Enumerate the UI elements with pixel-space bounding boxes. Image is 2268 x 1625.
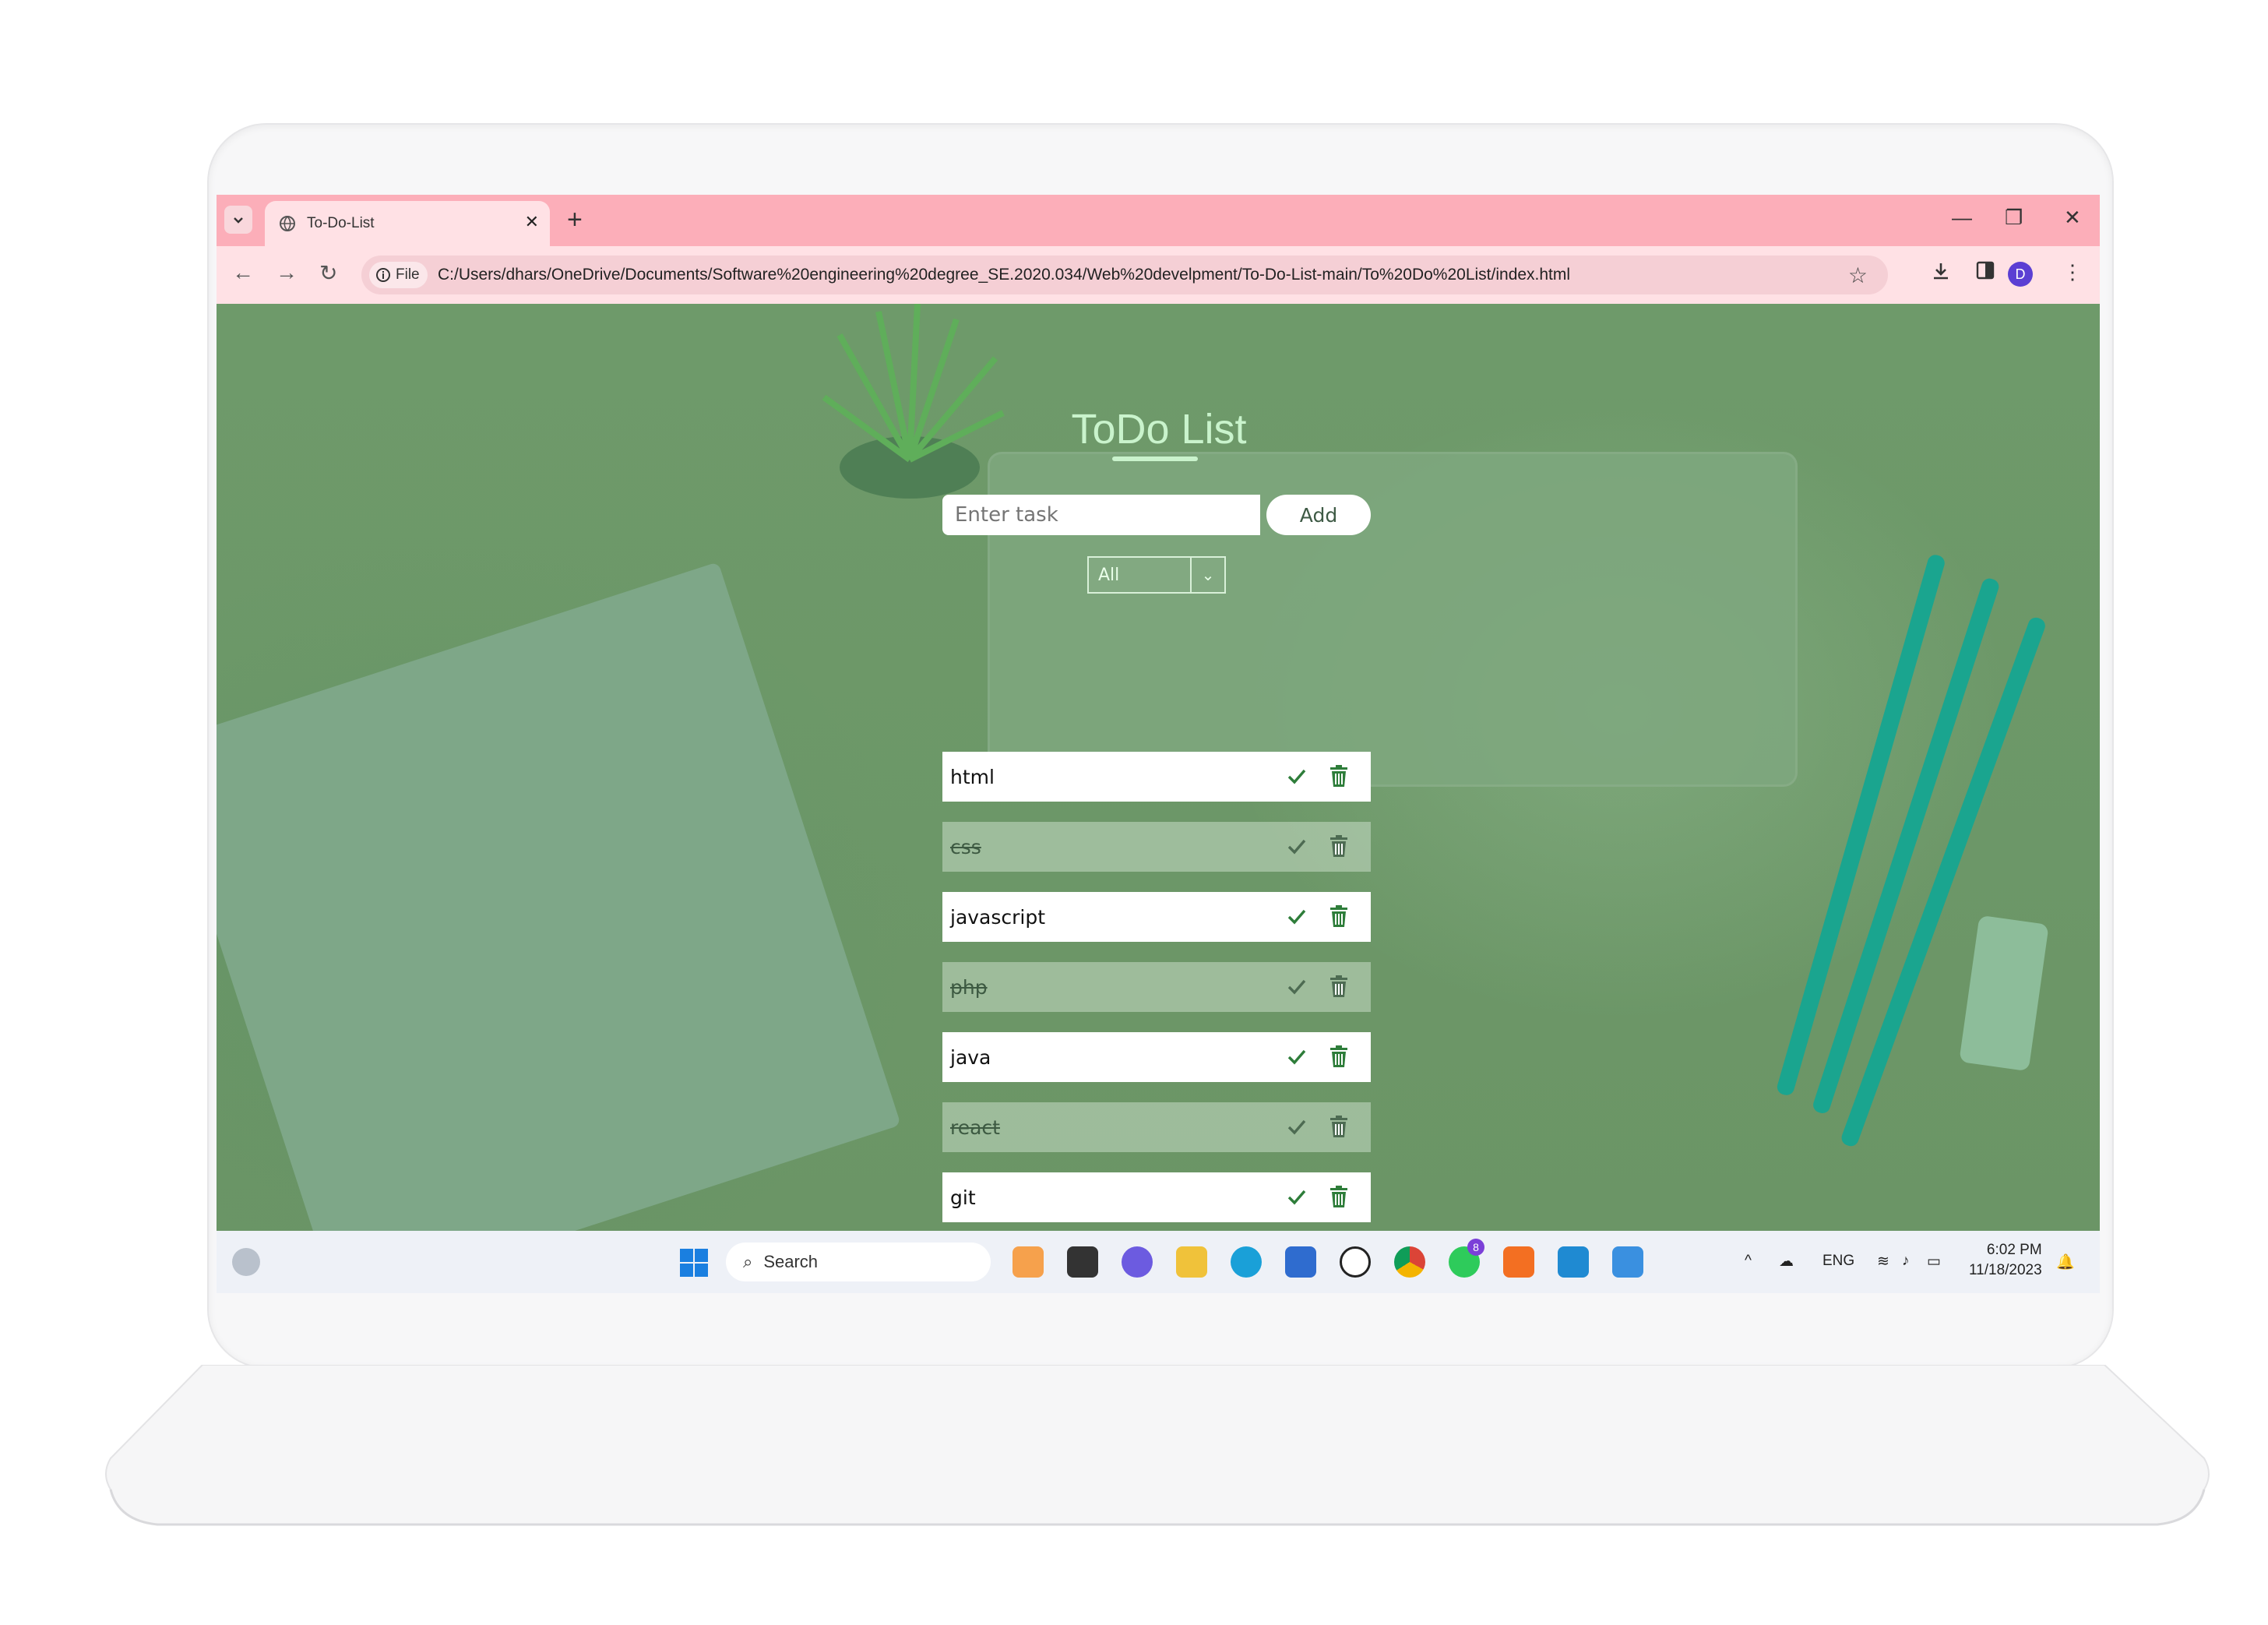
teams-chat-icon[interactable] — [1122, 1246, 1153, 1278]
task-input[interactable] — [942, 495, 1260, 535]
filter-select[interactable]: All ⌄ — [1087, 556, 1226, 594]
page-title: ToDo List — [1071, 406, 1247, 453]
todo-text: react — [950, 1116, 1000, 1139]
check-icon[interactable] — [1285, 1045, 1308, 1068]
trash-icon[interactable] — [1329, 1115, 1349, 1138]
dell-icon[interactable] — [1340, 1246, 1371, 1278]
clock[interactable]: 6:02 PM 11/18/2023 — [1969, 1240, 2042, 1281]
profile-avatar[interactable]: D — [2008, 262, 2033, 287]
todo-text: javascript — [950, 905, 1046, 929]
reload-icon[interactable]: ↻ — [319, 260, 337, 286]
language-indicator[interactable]: ENG — [1822, 1253, 1854, 1270]
restore-icon[interactable]: ❐ — [2005, 206, 2023, 230]
bookmark-star-icon[interactable]: ☆ — [1848, 263, 1868, 288]
volume-icon[interactable]: ♪ — [1902, 1253, 1910, 1270]
check-icon[interactable] — [1285, 834, 1308, 858]
trash-icon[interactable] — [1329, 764, 1349, 788]
close-tab-icon[interactable]: ✕ — [525, 212, 539, 232]
check-icon[interactable] — [1285, 764, 1308, 788]
tab-todo-list[interactable]: To-Do-List ✕ — [265, 201, 550, 246]
chevron-up-icon[interactable]: ^ — [1745, 1253, 1752, 1270]
chevron-down-icon: ⌄ — [1190, 558, 1224, 592]
tab-search-button[interactable] — [224, 206, 252, 234]
forward-icon[interactable]: → — [276, 260, 298, 285]
site-info-chip[interactable]: File — [369, 262, 428, 288]
todo-item: css — [942, 822, 1371, 872]
clock-date: 11/18/2023 — [1969, 1262, 2042, 1278]
info-icon — [376, 268, 390, 282]
todo-text: html — [950, 765, 995, 788]
check-icon[interactable] — [1285, 904, 1308, 928]
new-tab-button[interactable]: + — [567, 204, 583, 235]
todo-item: php — [942, 962, 1371, 1012]
task-view-icon[interactable] — [1067, 1246, 1098, 1278]
address-bar: ← → ↻ File C:/Users/dhars/OneDrive/Docum… — [217, 246, 2100, 304]
battery-icon[interactable]: ▭ — [1927, 1253, 1941, 1271]
windows-start-icon[interactable] — [679, 1248, 709, 1278]
back-icon[interactable]: ← — [232, 260, 254, 285]
taskbar-search[interactable]: ⌕ Search — [726, 1243, 991, 1281]
snipping-tool-icon[interactable] — [1612, 1246, 1643, 1278]
todo-text: php — [950, 975, 988, 999]
screen: To-Do-List ✕ + — ❐ ✕ ← → ↻ File C:/Users… — [217, 195, 2100, 1293]
check-icon[interactable] — [1285, 975, 1308, 998]
page-content: ToDo List Add All ⌄ html css javascript php… — [217, 304, 2100, 1231]
todo-item: html — [942, 752, 1371, 802]
file-label: File — [396, 266, 420, 283]
trash-icon[interactable] — [1329, 975, 1349, 998]
notification-bell-icon[interactable]: 🔔 — [2056, 1253, 2075, 1271]
edge-icon[interactable] — [1231, 1246, 1262, 1278]
trash-icon[interactable] — [1329, 1185, 1349, 1208]
todo-text: css — [950, 835, 981, 858]
url-text[interactable]: C:/Users/dhars/OneDrive/Documents/Softwa… — [438, 266, 1570, 284]
download-icon[interactable] — [1930, 260, 1952, 282]
minimize-icon[interactable]: — — [1952, 206, 1972, 230]
trash-icon[interactable] — [1329, 1045, 1349, 1068]
todo-item: git — [942, 1172, 1371, 1222]
omnibox[interactable]: File C:/Users/dhars/OneDrive/Documents/S… — [361, 256, 1888, 294]
wifi-icon[interactable]: ≋ — [1877, 1253, 1889, 1271]
file-explorer-icon[interactable] — [1176, 1246, 1207, 1278]
taskbar: ⌕ Search 8 ^ ☁ ENG ≋ ♪ ▭ 6:02 PM 11/18/2… — [217, 1231, 2100, 1293]
copilot-icon[interactable] — [1012, 1246, 1044, 1278]
xampp-icon[interactable] — [1503, 1246, 1534, 1278]
cloud-icon[interactable]: ☁ — [1779, 1253, 1794, 1271]
todo-item: java — [942, 1032, 1371, 1082]
tab-bar: To-Do-List ✕ + — ❐ ✕ — [217, 195, 2100, 246]
trash-icon[interactable] — [1329, 834, 1349, 858]
check-icon[interactable] — [1285, 1115, 1308, 1138]
weather-icon[interactable] — [232, 1248, 260, 1276]
filter-value: All — [1098, 565, 1120, 585]
laptop-base — [105, 1365, 2210, 1526]
store-icon[interactable] — [1285, 1246, 1316, 1278]
check-icon[interactable] — [1285, 1185, 1308, 1208]
chrome-icon[interactable] — [1394, 1246, 1425, 1278]
tab-title: To-Do-List — [307, 215, 375, 231]
chevron-down-icon — [234, 217, 243, 224]
todo-text: git — [950, 1186, 976, 1209]
todo-item: javascript — [942, 892, 1371, 942]
vscode-icon[interactable] — [1558, 1246, 1589, 1278]
clock-time: 6:02 PM — [1986, 1242, 2042, 1258]
add-button[interactable]: Add — [1266, 495, 1371, 535]
more-menu-icon[interactable]: ⋮ — [2062, 260, 2083, 284]
todo-item: react — [942, 1102, 1371, 1152]
notification-badge: 8 — [1467, 1239, 1484, 1256]
search-label: Search — [763, 1252, 819, 1271]
title-underline — [1112, 456, 1198, 461]
trash-icon[interactable] — [1329, 904, 1349, 928]
side-panel-icon[interactable] — [1975, 260, 1995, 280]
close-window-icon[interactable]: ✕ — [2064, 206, 2081, 230]
todo-text: java — [950, 1045, 991, 1069]
globe-icon — [280, 216, 295, 231]
search-icon: ⌕ — [743, 1252, 753, 1271]
